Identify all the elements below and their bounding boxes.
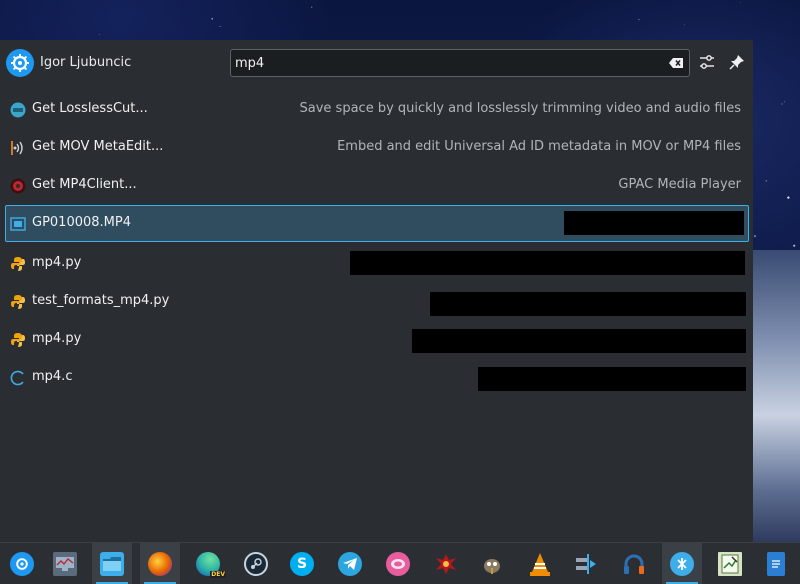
python-file-icon — [11, 333, 25, 347]
taskbar-item-active[interactable] — [92, 543, 132, 584]
star — [740, 2, 742, 3]
taskbar-item[interactable] — [236, 543, 276, 584]
movmetaedit-icon — [11, 141, 23, 155]
taskbar-item-active[interactable] — [140, 543, 180, 584]
document-icon — [767, 551, 785, 576]
losslesscut-icon — [10, 102, 26, 118]
system-monitor-icon — [53, 551, 77, 576]
star — [311, 6, 313, 8]
redacted-path — [430, 292, 746, 316]
kdenlive-icon — [574, 552, 598, 576]
clear-search-icon[interactable] — [669, 58, 683, 68]
result-title: Get MOV MetaEdit... — [32, 139, 164, 154]
taskbar-item[interactable] — [45, 543, 85, 584]
result-row[interactable]: test_formats_mp4.py — [5, 283, 749, 320]
result-row[interactable]: mp4.py — [5, 321, 749, 358]
taskbar-item[interactable] — [2, 543, 42, 584]
edge-dev-icon: DEV — [196, 551, 226, 578]
launcher-header: Igor Ljubuncic — [0, 40, 753, 86]
result-title: mp4.py — [32, 331, 82, 346]
kde-connect-icon — [670, 551, 694, 576]
taskbar-item[interactable]: S — [282, 543, 322, 584]
pin-icon[interactable] — [729, 54, 745, 70]
search-field[interactable] — [230, 49, 690, 77]
python-file-icon — [11, 295, 25, 309]
redacted-path — [564, 211, 744, 235]
star — [638, 18, 640, 21]
gpac-icon — [10, 178, 26, 194]
steam-icon — [244, 551, 268, 576]
star — [765, 180, 767, 182]
redacted-path — [478, 367, 746, 391]
text-editor-icon — [718, 551, 742, 576]
c-source-file-icon — [10, 370, 24, 386]
taskbar-item[interactable] — [710, 543, 750, 584]
taskbar-item[interactable] — [378, 543, 418, 584]
taskbar-item[interactable] — [614, 543, 654, 584]
star — [787, 196, 790, 199]
star — [784, 101, 786, 103]
result-row[interactable]: mp4.py — [5, 245, 749, 282]
taskbar-item[interactable] — [756, 543, 796, 584]
taskbar-item-active[interactable] — [662, 543, 702, 584]
python-file-icon — [11, 257, 25, 271]
chat-app-icon — [386, 551, 410, 576]
star — [211, 18, 213, 20]
result-title: mp4.py — [32, 255, 82, 270]
star — [793, 244, 796, 247]
configure-icon[interactable] — [699, 54, 715, 70]
video-file-icon — [10, 217, 26, 231]
result-description: Save space by quickly and losslessly tri… — [299, 101, 741, 116]
star — [684, 24, 685, 25]
result-description: GPAC Media Player — [618, 177, 741, 192]
taskbar-item[interactable] — [330, 543, 370, 584]
kde-launcher-icon — [10, 551, 34, 576]
file-manager-icon — [100, 551, 124, 576]
firefox-icon — [148, 551, 172, 576]
taskbar-item[interactable] — [566, 543, 606, 584]
taskbar-item[interactable] — [426, 543, 466, 584]
krunner-launcher: Igor Ljubuncic Get LosslessCut... Save s… — [0, 40, 753, 542]
result-row[interactable]: Get MP4Client... GPAC Media Player — [5, 167, 749, 204]
result-row-selected[interactable]: GP010008.MP4 — [5, 205, 749, 242]
taskbar: DEV S — [0, 542, 800, 584]
result-row[interactable]: mp4.c — [5, 359, 749, 396]
vlc-icon — [528, 552, 552, 576]
result-description: Embed and edit Universal Ad ID metadata … — [337, 139, 741, 154]
taskbar-item[interactable] — [472, 543, 512, 584]
star — [753, 234, 757, 238]
result-title: Get LosslessCut... — [32, 101, 148, 116]
gimp-icon — [480, 552, 504, 576]
result-row[interactable]: Get LosslessCut... Save space by quickly… — [5, 91, 749, 128]
taskbar-item[interactable] — [520, 543, 560, 584]
result-title: Get MP4Client... — [32, 177, 137, 192]
headphones-app-icon — [622, 552, 646, 576]
star — [98, 34, 100, 35]
star — [781, 103, 783, 105]
taskbar-item[interactable]: DEV — [188, 543, 228, 584]
result-row[interactable]: Get MOV MetaEdit... Embed and edit Unive… — [5, 129, 749, 166]
kde-logo-icon[interactable] — [6, 49, 34, 77]
game-app-icon — [434, 552, 458, 576]
redacted-path — [350, 251, 745, 275]
star — [219, 25, 221, 27]
result-title: test_formats_mp4.py — [32, 293, 170, 308]
result-title: GP010008.MP4 — [32, 215, 131, 230]
redacted-path — [412, 329, 746, 353]
search-input[interactable] — [235, 53, 655, 73]
user-name: Igor Ljubuncic — [40, 55, 132, 70]
skype-icon: S — [290, 551, 314, 576]
telegram-icon — [338, 551, 362, 576]
result-title: mp4.c — [32, 369, 73, 384]
